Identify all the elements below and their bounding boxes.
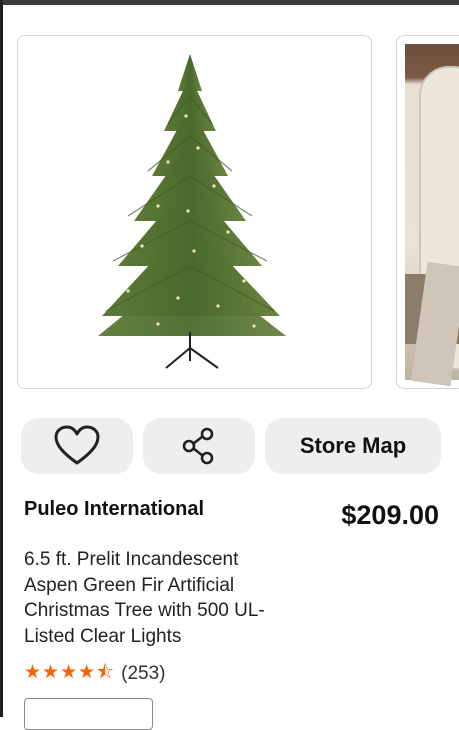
christmas-tree-image <box>98 54 286 369</box>
half-star-icon: ⯪ <box>96 662 116 683</box>
share-icon <box>182 427 214 465</box>
review-count: (253) <box>121 663 166 684</box>
store-map-label: Store Map <box>299 433 407 458</box>
product-price: $209.00 <box>341 500 439 530</box>
product-image-main[interactable] <box>17 35 372 389</box>
favorite-button[interactable] <box>21 418 133 474</box>
rating-stars: ★★★★⯪ <box>24 658 115 690</box>
left-edge <box>0 0 3 717</box>
rating-summary[interactable]: ★★★★⯪ (253) <box>24 658 166 690</box>
product-image-next[interactable] <box>396 35 459 389</box>
top-edge <box>0 0 459 5</box>
rating-stars-full: ★★★★ <box>24 662 97 683</box>
product-title: 6.5 ft. Prelit Incandescent Aspen Green … <box>24 549 265 647</box>
heart-icon <box>54 425 100 465</box>
share-button[interactable] <box>143 418 255 474</box>
quantity-field[interactable] <box>24 698 153 730</box>
brand-link[interactable]: Puleo International <box>24 498 204 521</box>
store-map-button[interactable]: Store Map <box>265 418 441 474</box>
room-scene-image <box>405 44 459 387</box>
